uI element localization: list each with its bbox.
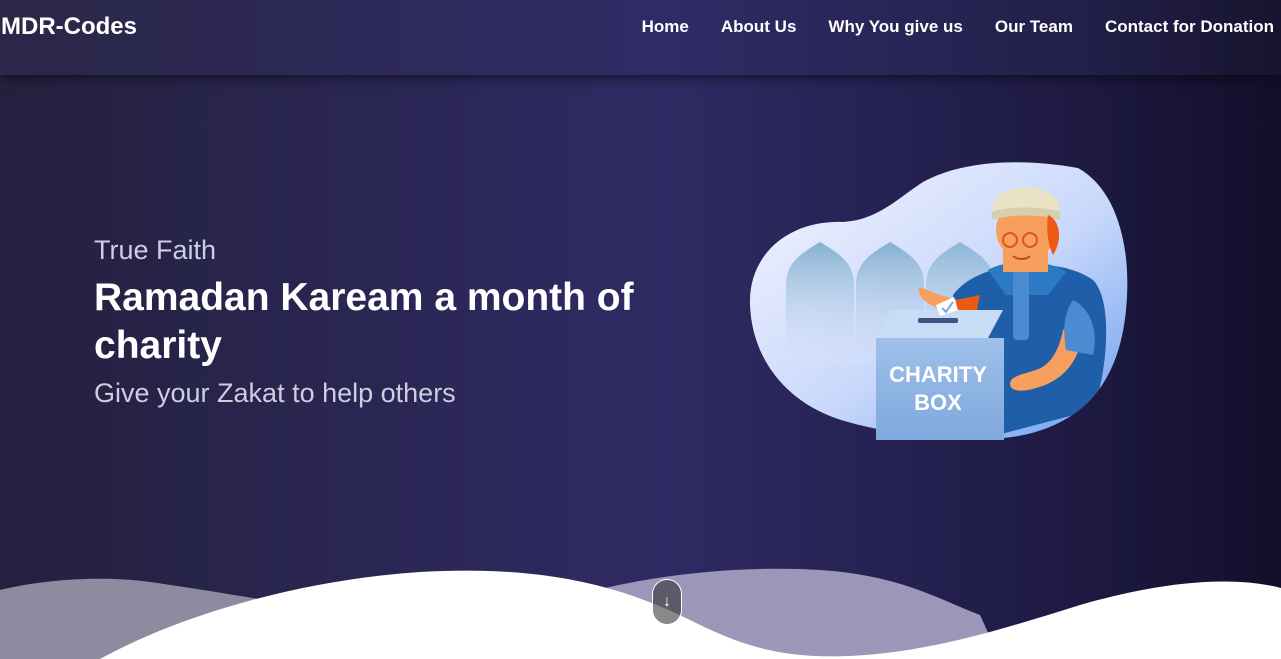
nav-link-contact[interactable]: Contact for Donation [1105,17,1274,36]
hero-subline: Give your Zakat to help others [94,378,456,408]
nav-link-about[interactable]: About Us [721,17,797,36]
nav-links: Home About Us Why You give us Our Team C… [642,17,1274,37]
scroll-down-button[interactable]: ↓ [652,579,682,625]
brand-logo[interactable]: MDR-Codes [1,13,137,41]
navbar: MDR-Codes Home About Us Why You give us … [0,0,1281,75]
bottom-waves [0,568,1281,659]
charity-illustration: CHARITY BOX [749,162,1128,440]
hero-text: True Faith Ramadan Kaream a month of cha… [94,235,654,409]
nav-item-about: About Us [721,17,797,37]
hero-eyebrow: True Faith [94,235,217,265]
charity-box: CHARITY BOX [876,297,1004,440]
nav-item-home: Home [642,17,689,37]
arrow-down-icon: ↓ [663,593,671,610]
nav-item-team: Our Team [995,17,1073,37]
nav-item-contact: Contact for Donation [1105,17,1274,37]
nav-link-home[interactable]: Home [642,17,689,36]
nav-link-team[interactable]: Our Team [995,17,1073,36]
hero-headline: Ramadan Kaream a month of charity [94,276,634,367]
nav-link-why[interactable]: Why You give us [828,17,962,36]
nav-item-why: Why You give us [828,17,962,37]
box-label-line2: BOX [914,390,962,415]
box-label-line1: CHARITY [889,362,987,387]
